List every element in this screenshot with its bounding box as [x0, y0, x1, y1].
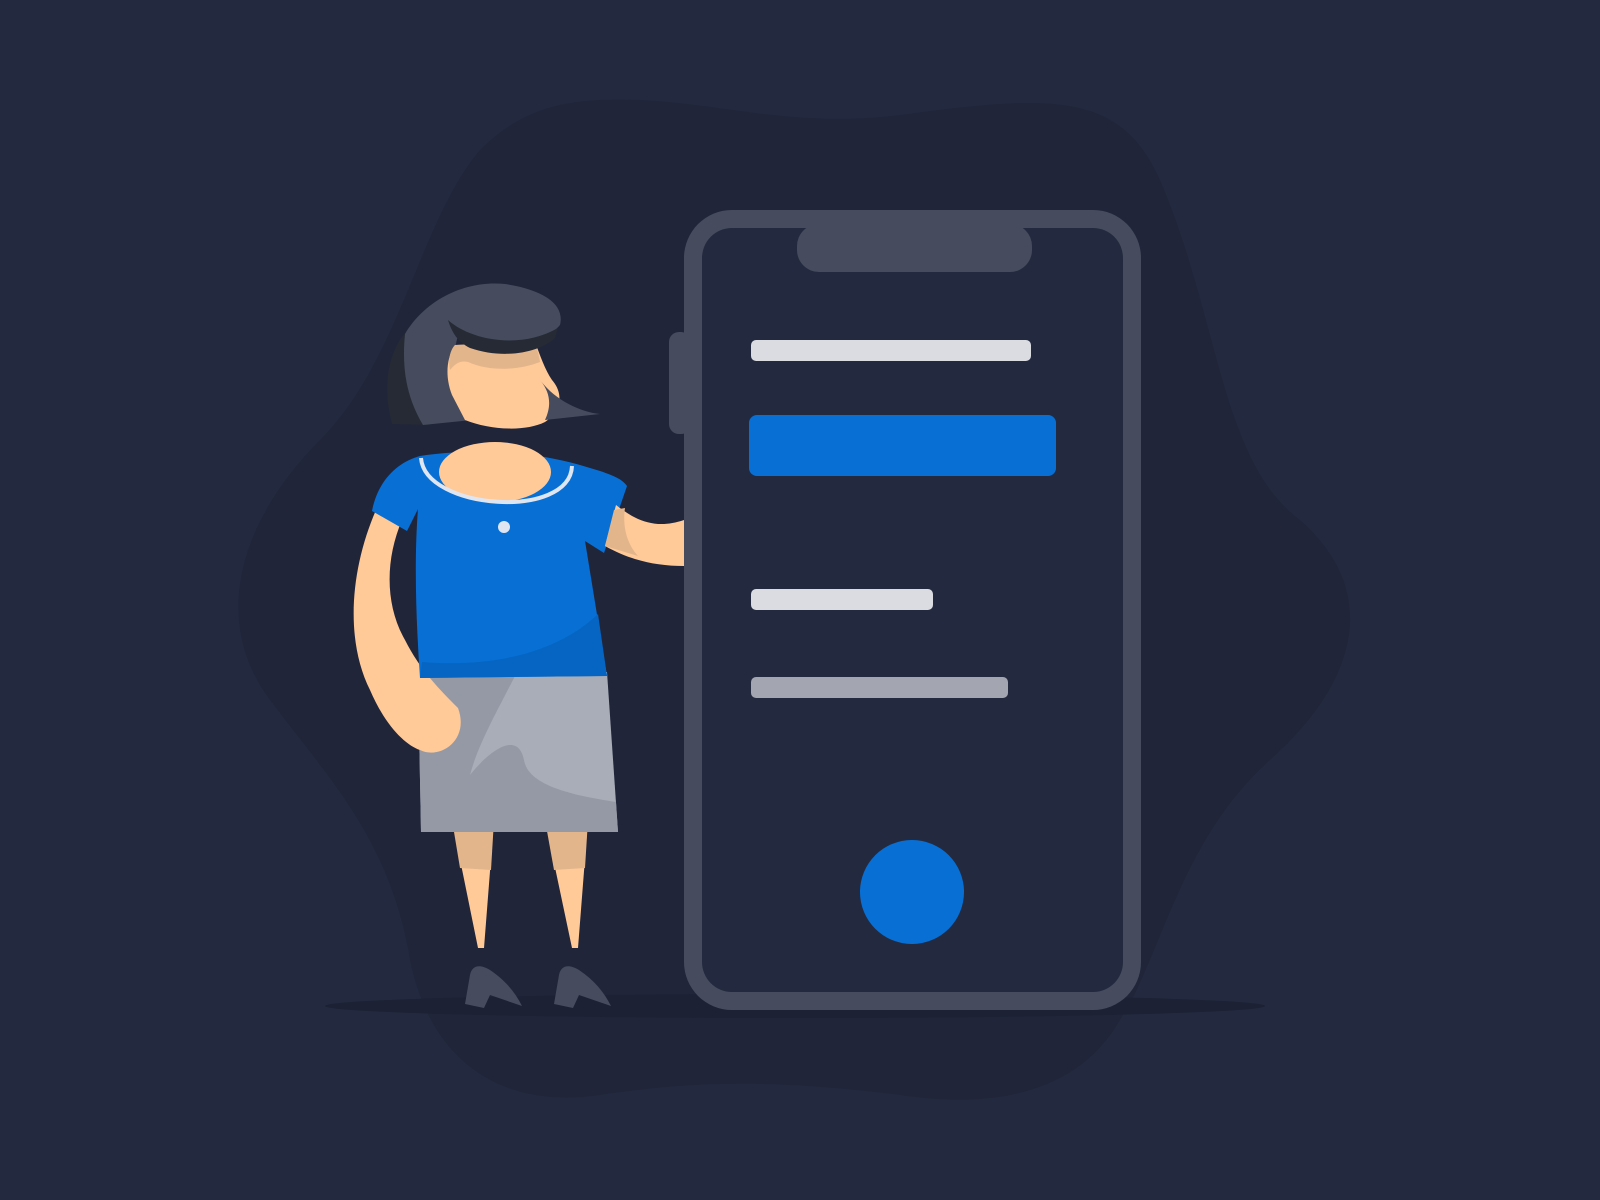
phone-notch [797, 224, 1032, 272]
screen-round-button[interactable] [860, 840, 964, 944]
illustration-canvas [238, 99, 1351, 1100]
screen-text-line-3 [751, 677, 1008, 698]
phone [669, 210, 1141, 1010]
screen-text-line-2 [751, 589, 933, 610]
shirt-button [498, 521, 510, 533]
screen-text-line-1 [751, 340, 1031, 361]
onboarding-illustration [0, 0, 1600, 1200]
screen-primary-button[interactable] [749, 415, 1056, 476]
